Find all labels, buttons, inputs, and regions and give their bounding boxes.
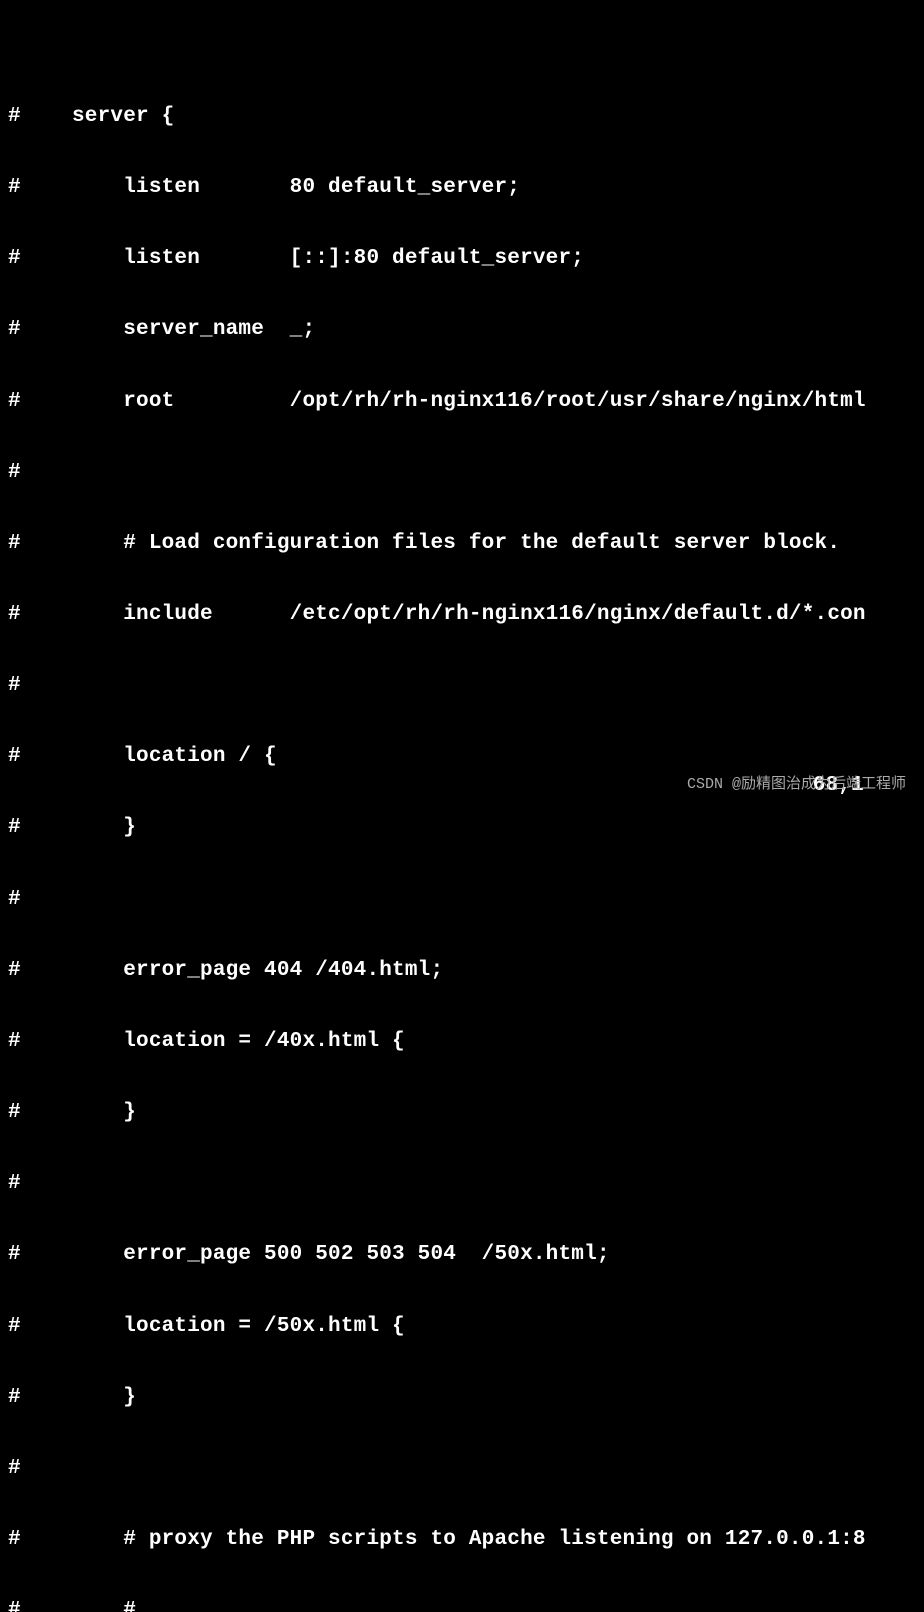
code-line: # location / {: [8, 745, 924, 769]
code-line: # }: [8, 1386, 924, 1410]
code-line: #: [8, 1457, 924, 1481]
code-line: # }: [8, 1101, 924, 1125]
code-line: # error_page 500 502 503 504 /50x.html;: [8, 1243, 924, 1267]
code-line: # #: [8, 1599, 924, 1612]
code-line: #: [8, 674, 924, 698]
code-line: #: [8, 1172, 924, 1196]
code-line: # error_page 404 /404.html;: [8, 959, 924, 983]
code-line: # server {: [8, 105, 924, 129]
code-line: # location = /40x.html {: [8, 1030, 924, 1054]
code-line: #: [8, 461, 924, 485]
code-line: # server_name _;: [8, 318, 924, 342]
code-line: # listen [::]:80 default_server;: [8, 247, 924, 271]
code-line: # # Load configuration files for the def…: [8, 532, 924, 556]
watermark: CSDN @励精图治成为后端工程师: [687, 777, 906, 794]
code-line: # listen 80 default_server;: [8, 176, 924, 200]
code-line: # location = /50x.html {: [8, 1315, 924, 1339]
code-line: # root /opt/rh/rh-nginx116/root/usr/shar…: [8, 390, 924, 414]
code-line: # }: [8, 816, 924, 840]
terminal-viewport[interactable]: # server { # listen 80 default_server; #…: [0, 0, 924, 1612]
code-line: # # proxy the PHP scripts to Apache list…: [8, 1528, 924, 1552]
code-line: # include /etc/opt/rh/rh-nginx116/nginx/…: [8, 603, 924, 627]
code-line: #: [8, 888, 924, 912]
code-content: # server { # listen 80 default_server; #…: [8, 57, 924, 1612]
